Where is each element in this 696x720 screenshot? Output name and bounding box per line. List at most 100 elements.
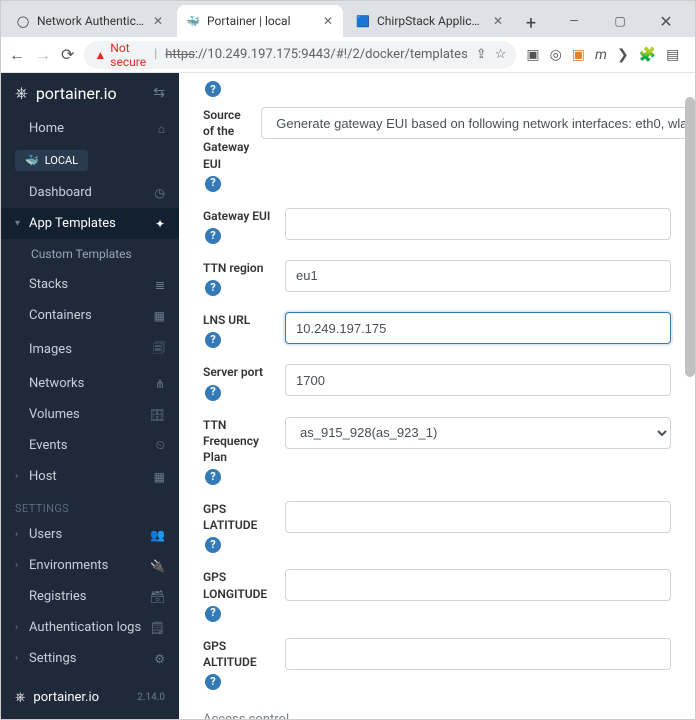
window-maximize-button[interactable]: ▢	[597, 5, 643, 37]
events-icon: ⏲	[156, 438, 165, 453]
tab-title: ChirpStack Application Server	[377, 14, 485, 28]
help-icon[interactable]: ?	[205, 228, 221, 244]
brand-name: portainer.io	[36, 84, 117, 103]
help-icon[interactable]: ?	[205, 469, 221, 485]
gps-alt-input[interactable]	[285, 638, 671, 670]
tab-title: Portainer | local	[207, 14, 315, 28]
help-icon[interactable]: ?	[205, 385, 221, 401]
tab-chirpstack[interactable]: 🟦 ChirpStack Application Server ✕	[347, 5, 513, 37]
portainer-logo-icon: ⎈	[15, 690, 25, 705]
extensions-menu-icon[interactable]: ❯	[617, 47, 629, 63]
extension-icon[interactable]: ▣	[526, 47, 539, 63]
sidebar-item-auth-logs[interactable]: ›Authentication logs🗒	[1, 612, 179, 643]
sidebar-item-volumes[interactable]: Volumes🗄	[1, 399, 179, 430]
lns-url-input[interactable]	[285, 312, 671, 344]
chevron-right-icon: ›	[15, 471, 29, 482]
sidebar-item-host[interactable]: ›Host▦	[1, 461, 179, 492]
images-icon: 🗐	[153, 339, 165, 360]
help-icon[interactable]: ?	[205, 332, 221, 348]
label-ttn-region: TTN region	[203, 260, 273, 276]
close-tab-icon[interactable]: ✕	[151, 14, 165, 28]
sidebar-env-selector[interactable]: 🐳LOCAL	[1, 144, 179, 177]
help-icon[interactable]: ?	[205, 176, 221, 192]
address-bar[interactable]: ▲ Not secure | https://10.249.197.175:94…	[84, 41, 516, 69]
label-lns-url: LNS URL	[203, 312, 273, 328]
close-tab-icon[interactable]: ✕	[321, 14, 335, 28]
whale-icon: 🐳	[25, 154, 39, 167]
gps-lon-input[interactable]	[285, 569, 671, 601]
freq-plan-select[interactable]: as_915_928(as_923_1)	[285, 417, 671, 449]
tab-network-auth[interactable]: ◯ Network Authentication ✕	[7, 5, 173, 37]
favicon-icon: 🟦	[355, 13, 371, 29]
label-gps-lon: GPS LONGITUDE	[203, 569, 273, 601]
sidebar-item-containers[interactable]: Containers▦	[1, 300, 179, 331]
extension-icon[interactable]: ▤	[666, 47, 679, 63]
collapse-sidebar-icon[interactable]: ⇆	[153, 85, 165, 101]
server-port-input[interactable]	[285, 364, 671, 396]
sidebar-item-app-templates[interactable]: ▾App Templates✦	[1, 208, 179, 239]
label-freq-plan: TTN Frequency Plan	[203, 417, 273, 466]
label-gps-alt: GPS ALTITUDE	[203, 638, 273, 670]
logs-icon: 🗒	[150, 621, 165, 635]
label-gateway-eui: Gateway EUI	[203, 208, 273, 224]
help-icon[interactable]: ?	[205, 280, 221, 296]
chevron-right-icon: ›	[15, 653, 29, 664]
help-icon[interactable]: ?	[205, 674, 221, 690]
networks-icon: ⋔	[155, 377, 165, 391]
help-icon[interactable]: ?	[205, 606, 221, 622]
help-icon[interactable]: ?	[205, 81, 221, 97]
sidebar-item-stacks[interactable]: Stacks≣	[1, 269, 179, 300]
section-access-control: Access control	[203, 706, 671, 719]
sidebar-item-events[interactable]: Events⏲	[1, 430, 179, 461]
favicon-icon: 🐳	[185, 13, 201, 29]
browser-toolbar: ← → ⟳ ▲ Not secure | https://10.249.197.…	[1, 37, 695, 73]
stacks-icon: ≣	[155, 278, 165, 292]
bookmark-icon[interactable]: ☆	[495, 47, 507, 62]
label-gps-lat: GPS LATITUDE	[203, 501, 273, 533]
reload-button[interactable]: ⟳	[61, 45, 74, 64]
home-icon: ⌂	[158, 122, 165, 136]
url-text: https://10.249.197.175:9443/#!/2/docker/…	[165, 47, 468, 62]
sidebar-item-settings[interactable]: ›Settings⚙	[1, 643, 179, 674]
portainer-logo-icon: ⎈	[15, 83, 28, 103]
close-tab-icon[interactable]: ✕	[491, 14, 505, 28]
sidebar-item-registries[interactable]: Registries🗃	[1, 581, 179, 612]
forward-button[interactable]: →	[35, 45, 51, 65]
ttn-region-input[interactable]	[285, 260, 671, 292]
scrollbar-thumb[interactable]	[685, 97, 695, 377]
gauge-icon: ◷	[155, 186, 165, 200]
main-content: ? Source of the Gateway EUI? Generate ga…	[179, 73, 695, 719]
gps-lat-input[interactable]	[285, 501, 671, 533]
help-icon[interactable]: ?	[205, 537, 221, 553]
window-close-button[interactable]: ✕	[643, 5, 689, 37]
volumes-icon: 🗄	[150, 408, 165, 422]
extension-icon[interactable]: ◎	[550, 47, 562, 63]
extension-icon[interactable]: 🧩	[639, 47, 656, 63]
sidebar-item-users[interactable]: ›Users👥	[1, 519, 179, 550]
chevron-down-icon: ▾	[15, 218, 29, 229]
favicon-icon: ◯	[15, 13, 31, 29]
brand-logo[interactable]: ⎈ portainer.io ⇆	[1, 73, 179, 113]
source-eui-select[interactable]: Generate gateway EUI based on following …	[261, 107, 695, 139]
plug-icon: 🔌	[150, 559, 165, 573]
sidebar-item-environments[interactable]: ›Environments🔌	[1, 550, 179, 581]
not-secure-badge[interactable]: ▲ Not secure	[94, 41, 146, 69]
sidebar: ⎈ portainer.io ⇆ Home⌂ 🐳LOCAL Dashboard◷…	[1, 73, 179, 719]
share-icon[interactable]: ⇪	[476, 47, 487, 62]
back-button[interactable]: ←	[9, 45, 25, 65]
users-icon: 👥	[150, 528, 165, 542]
gateway-eui-input[interactable]	[285, 208, 671, 240]
sidebar-item-networks[interactable]: Networks⋔	[1, 368, 179, 399]
sidebar-item-images[interactable]: Images🗐	[1, 331, 179, 368]
extension-icon[interactable]: m	[595, 47, 607, 63]
new-tab-button[interactable]: +	[517, 9, 545, 37]
containers-icon: ▦	[154, 309, 165, 323]
sidebar-item-custom-templates[interactable]: Custom Templates	[1, 239, 179, 269]
sidebar-item-dashboard[interactable]: Dashboard◷	[1, 177, 179, 208]
extension-icon[interactable]: ▣	[572, 47, 585, 63]
window-minimize-button[interactable]: —	[551, 5, 597, 37]
tab-portainer[interactable]: 🐳 Portainer | local ✕	[177, 5, 343, 37]
sidebar-footer: ⎈ portainer.io 2.14.0	[1, 680, 179, 719]
sidebar-item-home[interactable]: Home⌂	[1, 113, 179, 144]
version-label: 2.14.0	[137, 692, 165, 703]
